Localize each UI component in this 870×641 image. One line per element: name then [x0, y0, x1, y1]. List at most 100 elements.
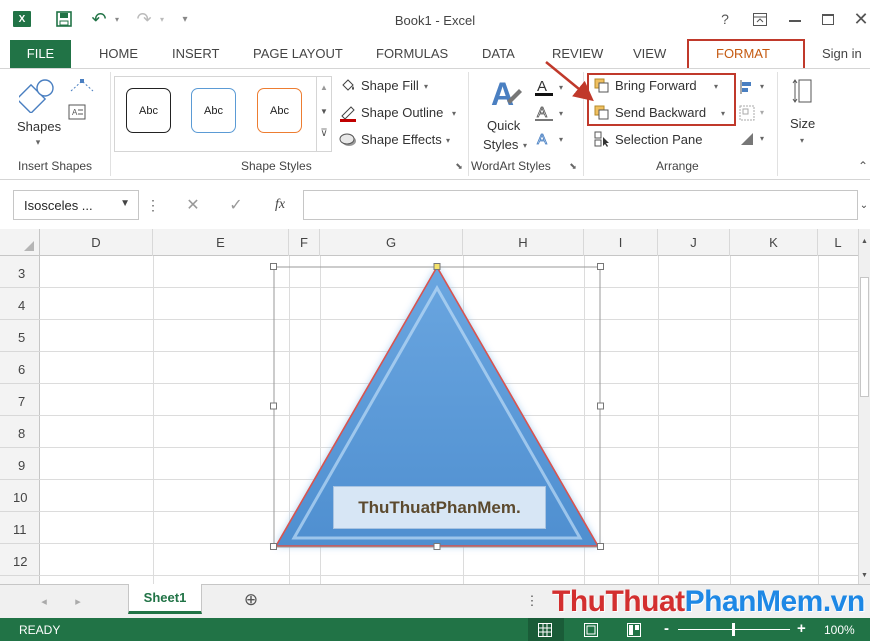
group-dropdown-icon[interactable]: ▾: [757, 105, 767, 119]
align-dropdown-icon[interactable]: ▾: [757, 79, 767, 93]
collapse-ribbon-icon[interactable]: ⌃: [856, 159, 870, 173]
group-icon[interactable]: [738, 104, 756, 122]
shapes-dropdown-icon[interactable]: ▾: [33, 136, 43, 148]
selection-pane-button[interactable]: Selection Pane: [615, 132, 702, 147]
quick-styles-icon: A: [488, 74, 524, 114]
tab-home[interactable]: HOME: [99, 46, 138, 61]
shape-style-preset-2[interactable]: Abc: [191, 88, 236, 133]
text-box-icon[interactable]: A: [66, 102, 88, 122]
scroll-up-icon[interactable]: ▲: [859, 235, 870, 247]
zoom-in-button[interactable]: +: [797, 620, 806, 637]
shape-outline-dropdown-icon[interactable]: ▾: [449, 106, 459, 120]
enter-icon[interactable]: ✓: [226, 194, 246, 216]
column-header-j[interactable]: J: [658, 229, 730, 256]
column-header-d[interactable]: D: [40, 229, 153, 256]
size-dropdown-icon[interactable]: ▾: [797, 134, 807, 146]
row-header-6[interactable]: 6: [0, 352, 40, 384]
cancel-icon[interactable]: ✕: [183, 194, 203, 216]
shape-effects-button[interactable]: Shape Effects: [361, 132, 442, 147]
quick-styles-button[interactable]: Quick: [487, 118, 520, 133]
selection-pane-icon: [593, 130, 611, 148]
row-header-9[interactable]: 9: [0, 448, 40, 480]
tab-view[interactable]: VIEW: [633, 46, 666, 61]
tab-file[interactable]: FILE: [10, 40, 71, 68]
row-header-3[interactable]: 3: [0, 256, 40, 288]
row-header-4[interactable]: 4: [0, 288, 40, 320]
size-button[interactable]: Size: [790, 116, 815, 131]
watermark-part3: .vn: [822, 585, 865, 618]
column-header-l[interactable]: L: [818, 229, 858, 256]
column-header-e[interactable]: E: [153, 229, 289, 256]
sheet-tab-sheet1[interactable]: Sheet1: [128, 584, 202, 614]
row-header-7[interactable]: 7: [0, 384, 40, 416]
wordart-styles-launcher-icon[interactable]: ⬊: [567, 160, 579, 172]
minimize-icon[interactable]: [787, 11, 803, 27]
scroll-down-icon[interactable]: ▼: [859, 569, 870, 581]
tab-data[interactable]: DATA: [482, 46, 515, 61]
next-sheet-icon[interactable]: ▸: [72, 594, 84, 608]
shape-text-box[interactable]: ThuThuatPhanMem.: [333, 486, 546, 529]
scroll-thumb[interactable]: [860, 277, 869, 397]
align-icon[interactable]: [738, 78, 756, 96]
row-header-12[interactable]: 12: [0, 544, 40, 576]
tab-insert[interactable]: INSERT: [172, 46, 219, 61]
prev-sheet-icon[interactable]: ◂: [38, 594, 50, 608]
name-box[interactable]: Isosceles ... ▼: [13, 190, 139, 220]
ribbon-display-options-icon[interactable]: [752, 11, 768, 27]
rotate-dropdown-icon[interactable]: ▾: [757, 131, 767, 145]
row-header-10[interactable]: 10: [0, 480, 40, 512]
vertical-scrollbar[interactable]: ▲ ▼: [858, 229, 870, 584]
quick-styles-button-line2[interactable]: Styles: [483, 137, 518, 152]
expand-formula-bar-icon[interactable]: ⌄: [858, 195, 870, 215]
page-layout-view-icon[interactable]: [583, 622, 599, 638]
signin-link[interactable]: Sign in: [822, 46, 862, 61]
shape-fill-button[interactable]: Shape Fill: [361, 78, 419, 93]
help-icon[interactable]: ?: [717, 10, 733, 28]
close-icon[interactable]: ✕: [852, 9, 870, 29]
new-sheet-icon[interactable]: ⊕: [241, 590, 261, 610]
formula-bar-options-icon[interactable]: ⋮: [146, 195, 160, 215]
tab-page-layout[interactable]: PAGE LAYOUT: [253, 46, 343, 61]
row-header-8[interactable]: 8: [0, 416, 40, 448]
text-effects-dropdown-icon[interactable]: ▾: [556, 132, 566, 146]
shape-styles-launcher-icon[interactable]: ⬊: [453, 160, 465, 172]
normal-view-icon[interactable]: [537, 622, 553, 638]
tab-split-handle-icon[interactable]: ⋮: [526, 592, 539, 610]
ribbon-separator: [110, 72, 111, 176]
tab-formulas[interactable]: FORMULAS: [376, 46, 448, 61]
text-outline-dropdown-icon[interactable]: ▾: [556, 106, 566, 120]
column-header-g[interactable]: G: [320, 229, 463, 256]
column-header-i[interactable]: I: [584, 229, 658, 256]
zoom-out-button[interactable]: -: [664, 620, 669, 637]
insert-function-icon[interactable]: fx: [268, 194, 292, 216]
gallery-up-icon[interactable]: ▲: [316, 80, 332, 94]
arrange-group-label: Arrange: [656, 159, 699, 173]
gallery-more-icon[interactable]: ⊽: [316, 126, 332, 140]
text-effects-icon[interactable]: A: [533, 128, 555, 150]
status-ready: READY: [19, 623, 61, 637]
name-box-dropdown-icon[interactable]: ▼: [120, 198, 130, 209]
zoom-slider-thumb[interactable]: [732, 623, 735, 636]
select-all-corner[interactable]: [0, 229, 40, 256]
page-break-preview-icon[interactable]: [626, 622, 642, 638]
zoom-level[interactable]: 100%: [824, 623, 855, 637]
shapes-icon[interactable]: [18, 76, 58, 114]
shape-style-preset-3[interactable]: Abc: [257, 88, 302, 133]
rotate-icon[interactable]: [738, 130, 756, 148]
name-box-value: Isosceles ...: [24, 198, 93, 213]
shapes-button[interactable]: Shapes: [17, 119, 61, 134]
formula-input[interactable]: [303, 190, 858, 220]
shape-style-preset-1[interactable]: Abc: [126, 88, 171, 133]
gallery-down-icon[interactable]: ▼: [316, 104, 332, 118]
quick-styles-dropdown-icon[interactable]: ▾: [520, 138, 530, 152]
edit-shape-icon[interactable]: [66, 76, 98, 96]
maximize-icon[interactable]: [820, 11, 836, 27]
column-header-f[interactable]: F: [289, 229, 320, 256]
shape-fill-dropdown-icon[interactable]: ▾: [421, 79, 431, 93]
shape-outline-button[interactable]: Shape Outline: [361, 105, 443, 120]
row-header-5[interactable]: 5: [0, 320, 40, 352]
column-header-k[interactable]: K: [730, 229, 818, 256]
column-header-h[interactable]: H: [463, 229, 584, 256]
row-header-11[interactable]: 11: [0, 512, 40, 544]
shape-effects-dropdown-icon[interactable]: ▾: [443, 133, 453, 147]
